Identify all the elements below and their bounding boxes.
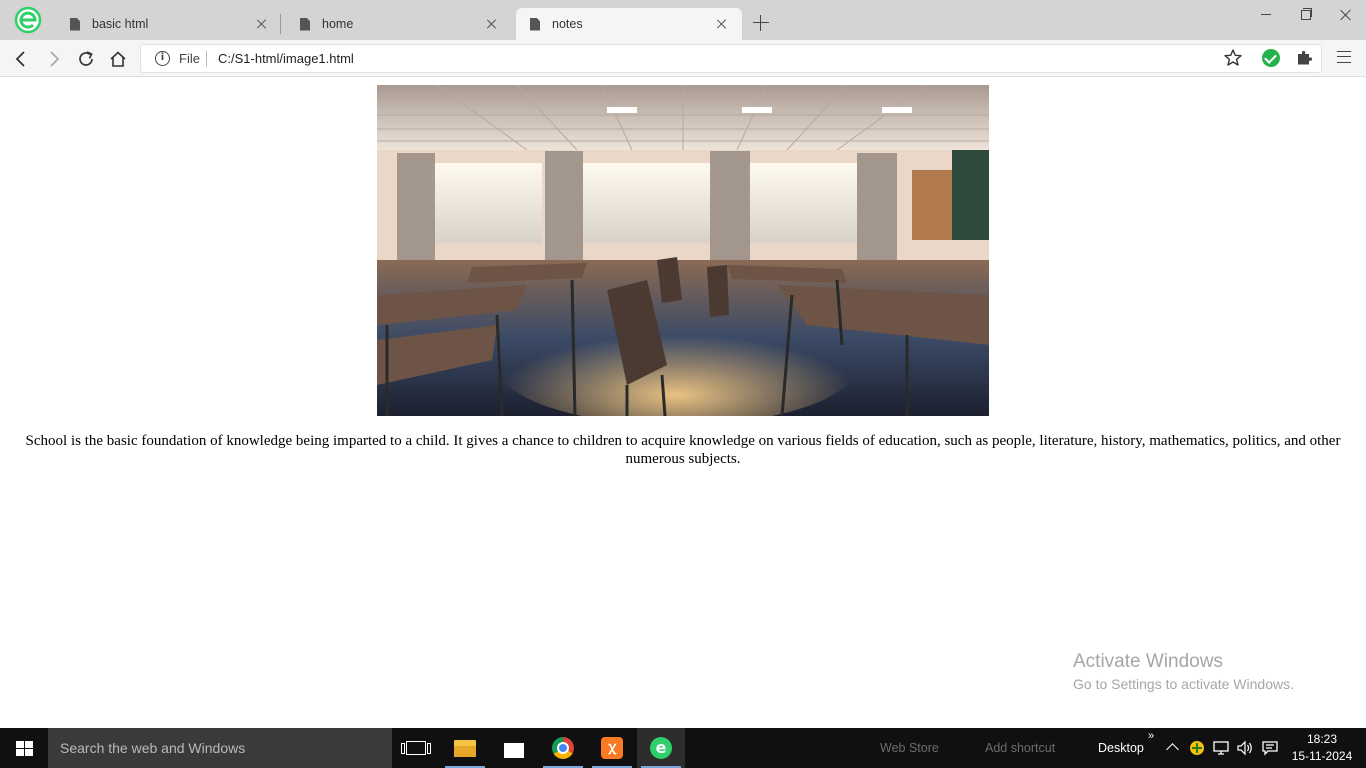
tab-divider xyxy=(280,14,281,34)
store-bag-icon xyxy=(504,743,524,758)
tab-notes[interactable]: notes xyxy=(516,8,742,40)
tab-strip: basic html home notes xyxy=(0,0,1366,40)
home-button[interactable] xyxy=(105,46,131,72)
watermark-title: Activate Windows xyxy=(1073,651,1223,672)
tray-app-icon[interactable] xyxy=(1189,740,1205,756)
close-tab-icon[interactable] xyxy=(254,16,270,32)
show-hidden-icons-chevron-icon[interactable] xyxy=(1166,743,1179,756)
address-bar[interactable]: i File C:/S1-html/image1.html xyxy=(140,44,1322,73)
xampp-icon: ꭓ xyxy=(601,737,623,759)
desktop-toolbar-label[interactable]: Desktop xyxy=(1098,728,1144,768)
reload-icon xyxy=(79,51,93,66)
task-view-button[interactable] xyxy=(392,728,440,768)
home-icon xyxy=(110,51,126,67)
new-tab-icon[interactable] xyxy=(752,14,770,32)
store-button[interactable] xyxy=(490,728,538,768)
windows-taskbar: Search the web and Windows ꭓ e Web Store… xyxy=(0,728,1366,768)
forward-button[interactable] xyxy=(41,46,67,72)
browser-toolbar: i File C:/S1-html/image1.html xyxy=(0,40,1366,77)
task-view-icon xyxy=(401,741,431,755)
tab-label: basic html xyxy=(92,17,149,31)
restore-icon[interactable] xyxy=(1286,0,1326,30)
document-icon xyxy=(70,17,80,31)
arrow-left-icon xyxy=(15,51,25,67)
tab-home[interactable]: home xyxy=(286,8,512,40)
extension-check-icon[interactable] xyxy=(1262,49,1280,67)
ghost-web-store: Web Store xyxy=(880,741,939,755)
windows-start-icon[interactable] xyxy=(0,728,48,768)
action-center-icon[interactable] xyxy=(1262,740,1278,756)
ghost-add-shortcut: Add shortcut xyxy=(985,741,1056,755)
bookmark-star-icon[interactable] xyxy=(1223,48,1243,68)
browser-logo-icon[interactable] xyxy=(14,6,42,34)
extensions-puzzle-icon[interactable] xyxy=(1295,49,1313,67)
clock-time: 18:23 xyxy=(1306,732,1338,746)
url-text[interactable]: C:/S1-html/image1.html xyxy=(218,51,354,66)
classroom-image xyxy=(377,85,989,416)
system-clock[interactable]: 18:23 15-11-2024 xyxy=(1282,731,1362,765)
chrome-button[interactable] xyxy=(539,728,587,768)
chrome-icon xyxy=(552,737,574,759)
volume-icon[interactable] xyxy=(1237,740,1253,756)
menu-icon[interactable] xyxy=(1337,51,1351,63)
activate-windows-watermark: Activate Windows Go to Settings to activ… xyxy=(1073,651,1294,693)
file-explorer-button[interactable] xyxy=(441,728,489,768)
document-icon xyxy=(300,17,310,31)
browser-taskbar-button[interactable]: e xyxy=(637,728,685,768)
tab-label: notes xyxy=(552,17,583,31)
toolbar-overflow-icon[interactable]: » xyxy=(1148,730,1154,742)
back-button[interactable] xyxy=(8,46,34,72)
browser-icon: e xyxy=(650,737,672,759)
tab-label: home xyxy=(322,17,354,31)
network-icon[interactable] xyxy=(1213,740,1229,756)
folder-icon xyxy=(454,739,476,757)
taskbar-search-box[interactable]: Search the web and Windows xyxy=(48,728,392,768)
close-tab-icon[interactable] xyxy=(714,16,730,32)
document-icon xyxy=(530,17,540,31)
reload-button[interactable] xyxy=(73,46,99,72)
window-close-icon[interactable] xyxy=(1326,0,1366,30)
url-scheme-label: File xyxy=(179,51,200,66)
xampp-button[interactable]: ꭓ xyxy=(588,728,636,768)
clock-date: 15-11-2024 xyxy=(1291,749,1353,763)
intro-paragraph: School is the basic foundation of knowle… xyxy=(25,433,1341,467)
site-info-icon[interactable]: i xyxy=(155,51,170,66)
watermark-subtitle: Go to Settings to activate Windows. xyxy=(1073,676,1294,692)
close-tab-icon[interactable] xyxy=(484,16,500,32)
arrow-right-icon xyxy=(50,51,60,67)
address-divider xyxy=(206,51,207,67)
tab-basic-html[interactable]: basic html xyxy=(56,8,282,40)
minimize-icon[interactable] xyxy=(1246,0,1286,30)
